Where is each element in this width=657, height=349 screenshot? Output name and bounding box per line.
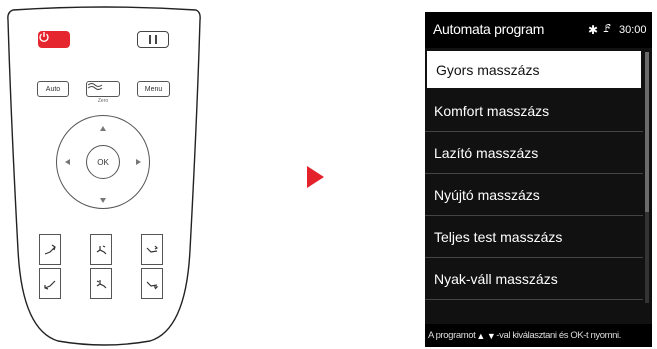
recline-icon <box>44 244 56 255</box>
list-item-teljes-test[interactable]: Teljes test masszázs <box>425 216 643 258</box>
scrollbar[interactable] <box>645 52 649 303</box>
scrollbar-thumb[interactable] <box>645 52 649 212</box>
left-arrow-button[interactable] <box>65 159 70 165</box>
recline-icon <box>44 280 56 290</box>
chair-up-button[interactable] <box>90 234 112 265</box>
status-bar: Automata program ✱ ꗓ 30:00 <box>425 12 652 48</box>
zero-gravity-button[interactable]: Zero <box>86 81 120 104</box>
next-arrow-icon <box>307 166 324 188</box>
up-triangle-icon: ▲ <box>476 330 485 341</box>
leg-rest-down-button[interactable] <box>141 268 163 299</box>
down-triangle-icon: ▼ <box>486 330 496 341</box>
down-arrow-button[interactable] <box>100 198 106 203</box>
auto-button[interactable]: Auto <box>37 81 69 97</box>
bluetooth-icon: ✱ <box>588 23 599 37</box>
pause-icon <box>149 35 151 44</box>
leg-rest-up-button[interactable] <box>141 234 163 265</box>
right-arrow-button[interactable] <box>136 159 141 165</box>
ok-button[interactable]: OK <box>86 145 120 179</box>
leg-rest-icon <box>146 281 159 289</box>
timer: 30:00 <box>619 24 647 36</box>
up-arrow-button[interactable] <box>100 126 106 131</box>
program-list: Gyors masszázs Komfort masszázs Lazító m… <box>425 48 643 300</box>
pause-button[interactable] <box>137 31 169 48</box>
list-item-gyors[interactable]: Gyors masszázs <box>427 51 641 88</box>
seat-icon <box>96 279 107 288</box>
backrest-down-button[interactable] <box>39 268 61 299</box>
list-item-nyak-vall[interactable]: Nyak-váll masszázs <box>425 258 643 300</box>
power-icon <box>39 32 49 43</box>
list-item-komfort[interactable]: Komfort masszázs <box>425 90 643 132</box>
remote-control: Auto Zero Menu OK <box>0 0 209 349</box>
leg-rest-icon <box>146 245 159 253</box>
chair-down-button[interactable] <box>90 268 112 299</box>
display-screen: Automata program ✱ ꗓ 30:00 Gyors masszáz… <box>425 12 652 347</box>
list-item-lazito[interactable]: Lazító masszázs <box>425 132 643 174</box>
power-button[interactable] <box>38 31 70 48</box>
footer-hint: A programot ▲ ▼ -val kiválasztani és OK-t… <box>425 324 652 347</box>
menu-button[interactable]: Menu <box>137 81 170 97</box>
heat-icon: ꗓ <box>603 23 612 35</box>
zero-gravity-icon <box>87 83 103 90</box>
screen-title: Automata program <box>433 21 545 37</box>
seat-icon <box>96 244 107 254</box>
backrest-up-button[interactable] <box>39 234 61 265</box>
list-item-nyujto[interactable]: Nyújtó masszázs <box>425 174 643 216</box>
